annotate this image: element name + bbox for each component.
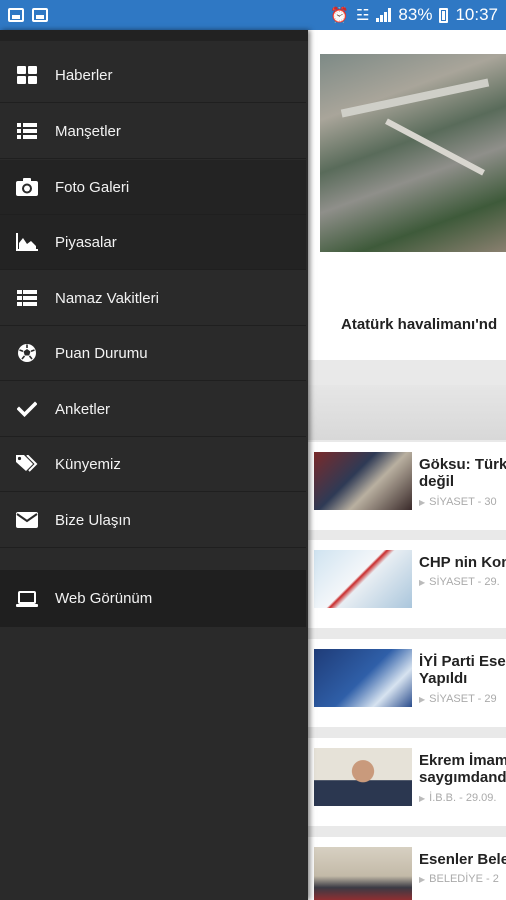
alarm-icon: ⏰ [330, 7, 349, 24]
check-icon [16, 398, 38, 420]
soccer-ball-icon [16, 342, 38, 364]
news-thumbnail [314, 452, 412, 510]
menu-label: Namaz Vakitleri [55, 289, 159, 307]
menu-label: Web Görünüm [55, 590, 153, 607]
news-title: CHP nin Kon [419, 554, 506, 571]
featured-news[interactable]: Atatürk havalimanı'nd [308, 30, 506, 360]
menu-item-kunyemiz[interactable]: Künyemiz [0, 437, 306, 492]
news-thumbnail [314, 847, 412, 900]
news-title: Ekrem İmam saygımdand [419, 752, 506, 786]
menu-label: Haberler [55, 66, 113, 84]
list-icon [16, 120, 38, 142]
menu-label: Manşetler [55, 122, 121, 140]
section-divider [308, 385, 506, 440]
news-feed: Atatürk havalimanı'nd Göksu: Türkdeğil S… [308, 30, 506, 900]
wifi-icon: ☳ [355, 7, 370, 24]
menu-item-haberler[interactable]: Haberler [0, 48, 306, 103]
status-bar: ⏰ ☳ 83% 10:37 [0, 0, 506, 30]
news-meta: SİYASET - 29 [419, 693, 496, 705]
news-thumbnail [314, 748, 412, 806]
notification-icons [8, 8, 48, 22]
news-item[interactable]: İYİ Parti EseYapıldı SİYASET - 29 [308, 639, 506, 727]
news-item[interactable]: Ekrem İmamsaygımdand İ.B.B. - 29.09. [308, 738, 506, 826]
battery-icon [439, 7, 449, 23]
featured-news-title: Atatürk havalimanı'nd [341, 316, 498, 333]
news-item[interactable]: CHP nin Kon SİYASET - 29. [308, 540, 506, 628]
news-title: Göksu: Türk değil [419, 456, 506, 490]
envelope-icon [16, 509, 38, 531]
gallery-icon [8, 8, 24, 22]
menu-label: Anketler [55, 400, 111, 418]
menu-item-bize-ulasin[interactable]: Bize Ulaşın [0, 493, 306, 548]
news-meta: İ.B.B. - 29.09. [419, 792, 496, 804]
menu-label: Künyemiz [55, 455, 121, 473]
news-meta: SİYASET - 29. [419, 576, 500, 588]
grid-icon [16, 64, 38, 86]
menu-item-namaz-vakitleri[interactable]: Namaz Vakitleri [0, 271, 306, 326]
featured-news-image [320, 54, 506, 252]
menu-item-foto-galeri[interactable]: Foto Galeri [0, 160, 306, 215]
news-item[interactable]: Esenler Bele BELEDİYE - 2 [308, 837, 506, 900]
news-meta: SİYASET - 30 [419, 496, 496, 508]
news-thumbnail [314, 550, 412, 608]
laptop-icon [16, 588, 38, 610]
tags-icon [16, 453, 38, 475]
news-title: İYİ Parti Ese Yapıldı [419, 653, 506, 687]
navigation-drawer: Haberler Manşetler Foto Galeri Piyasalar… [0, 30, 308, 900]
menu-item-puan-durumu[interactable]: Puan Durumu [0, 326, 306, 381]
menu-label: Bize Ulaşın [55, 511, 131, 529]
menu-label: Puan Durumu [55, 344, 148, 362]
menu-item-anketler[interactable]: Anketler [0, 382, 306, 437]
area-chart-icon [16, 231, 38, 253]
table-list-icon [16, 287, 38, 309]
menu-item-piyasalar[interactable]: Piyasalar [0, 215, 306, 270]
news-thumbnail [314, 649, 412, 707]
menu-label: Foto Galeri [55, 178, 130, 196]
news-title: Esenler Bele [419, 851, 506, 868]
menu-label: Piyasalar [55, 233, 117, 251]
signal-icon [376, 8, 392, 22]
clock: 10:37 [455, 5, 498, 24]
camera-icon [16, 176, 38, 198]
news-item[interactable]: Göksu: Türkdeğil SİYASET - 30 [308, 442, 506, 530]
news-meta: BELEDİYE - 2 [419, 873, 499, 885]
system-icons: ⏰ ☳ 83% 10:37 [330, 5, 498, 25]
menu-item-mansetler[interactable]: Manşetler [0, 104, 306, 159]
battery-percent: 83% [398, 5, 433, 24]
photo-icon [32, 8, 48, 22]
drawer-header-strip [0, 30, 308, 41]
menu-item-web-gorunum[interactable]: Web Görünüm [0, 570, 306, 627]
